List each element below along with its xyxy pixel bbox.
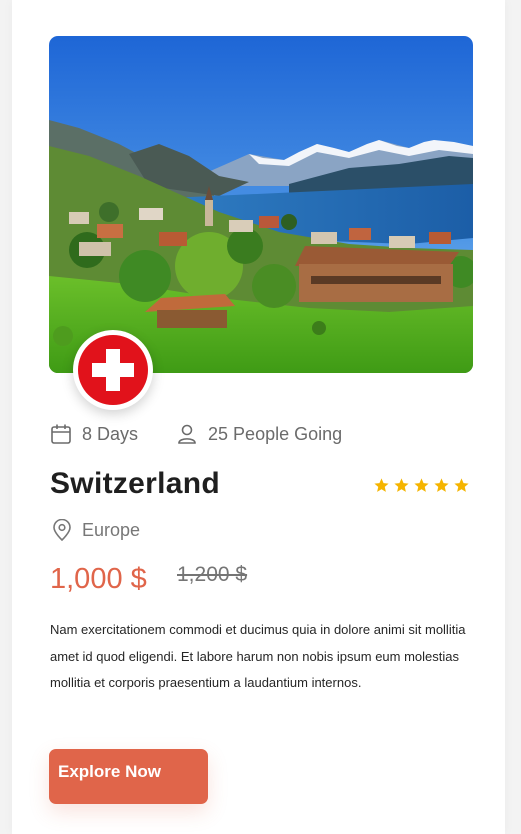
- star-icon: [454, 478, 469, 492]
- person-icon: [178, 424, 196, 444]
- duration-info: 8 Days: [50, 423, 138, 445]
- map-pin-icon: [53, 519, 71, 541]
- star-rating: [373, 477, 473, 494]
- star-icon: [374, 478, 389, 492]
- location-text: Europe: [82, 519, 141, 540]
- current-price: 1,000 $: [50, 563, 147, 595]
- destination-photo: [49, 36, 473, 373]
- explore-now-button[interactable]: Explore Now: [49, 749, 208, 804]
- location-info: Europe: [52, 519, 140, 541]
- old-price: 1,200 $: [177, 563, 248, 586]
- destination-title: Switzerland: [50, 467, 220, 500]
- people-text: 25 People Going: [208, 423, 343, 444]
- duration-text: 8 Days: [82, 423, 139, 444]
- calendar-icon: [51, 424, 71, 444]
- star-icon: [434, 478, 449, 492]
- star-icon: [414, 478, 429, 492]
- swiss-flag-icon: [73, 330, 153, 410]
- star-icon: [394, 478, 409, 492]
- tour-description: Nam exercitationem commodi et ducimus qu…: [50, 622, 466, 691]
- people-info: 25 People Going: [176, 423, 342, 445]
- tour-card: 8 Days 25 People Going Switzerland Europ…: [12, 0, 505, 834]
- tour-meta: 8 Days 25 People Going: [50, 420, 342, 448]
